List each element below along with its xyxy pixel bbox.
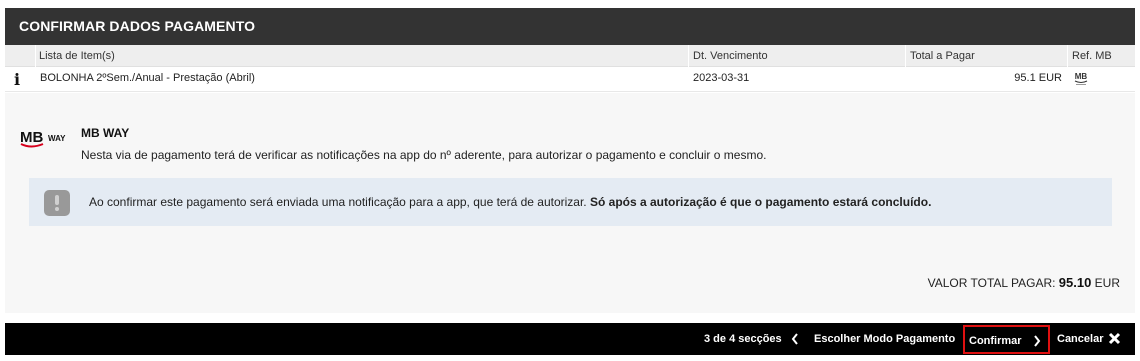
payment-panel: MB WAY MB WAY Nesta via de pagamento ter… xyxy=(5,93,1135,313)
chevron-right-icon xyxy=(1034,335,1041,347)
payment-method-description: Nesta via de pagamento terá de verificar… xyxy=(81,148,767,162)
mb-reference-icon[interactable]: MB xyxy=(1073,71,1089,88)
due-date: 2023-03-31 xyxy=(693,72,750,84)
column-header-ref-mb: Ref. MB xyxy=(1072,50,1112,62)
notice-text-bold: Só após a autorização é que o pagamento … xyxy=(589,195,932,209)
mbway-logo-text: WAY xyxy=(48,134,66,143)
column-divider xyxy=(35,45,36,67)
cancel-button[interactable]: Cancelar xyxy=(1057,333,1103,345)
item-description: BOLONHA 2ºSem./Anual - Prestação (Abril) xyxy=(40,72,255,84)
svg-text:MB: MB xyxy=(1075,72,1088,81)
notice-text: Ao confirmar este pagamento será enviada… xyxy=(89,195,931,209)
total-amount: VALOR TOTAL PAGAR: 95.10 EUR xyxy=(928,275,1120,290)
column-divider xyxy=(1067,45,1068,67)
back-button[interactable]: Escolher Modo Pagamento xyxy=(814,333,955,345)
total-currency: EUR xyxy=(1091,276,1120,290)
section-progress: 3 de 4 secções xyxy=(704,333,782,345)
notice-box: Ao confirmar este pagamento será enviada… xyxy=(29,178,1112,226)
svg-text:MB: MB xyxy=(20,129,43,146)
column-header-total: Total a Pagar xyxy=(910,50,975,62)
page-title: CONFIRMAR DADOS PAGAMENTO xyxy=(19,18,256,34)
items-table: Lista de Item(s) Dt. Vencimento Total a … xyxy=(5,45,1135,92)
confirm-button[interactable]: Confirmar xyxy=(963,325,1050,354)
info-icon[interactable]: i xyxy=(14,70,20,89)
page-header: CONFIRMAR DADOS PAGAMENTO xyxy=(5,8,1135,45)
notice-text-regular: Ao confirmar este pagamento será enviada… xyxy=(89,195,590,209)
exclamation-icon xyxy=(44,190,70,216)
confirm-label: Confirmar xyxy=(969,335,1022,347)
total-label: VALOR TOTAL PAGAR: xyxy=(927,276,1059,290)
table-row: i BOLONHA 2ºSem./Anual - Prestação (Abri… xyxy=(5,67,1135,92)
column-divider xyxy=(688,45,689,67)
payment-method-title: MB WAY xyxy=(81,126,130,140)
mbway-logo: MB WAY xyxy=(20,129,66,148)
total-value: 95.10 xyxy=(1058,275,1092,290)
item-total: 95.1 EUR xyxy=(1014,72,1062,84)
column-divider xyxy=(905,45,906,67)
chevron-left-icon[interactable] xyxy=(791,333,799,345)
column-header-due-date: Dt. Vencimento xyxy=(693,50,768,62)
wizard-footer: 3 de 4 secções Escolher Modo Pagamento C… xyxy=(5,323,1135,355)
table-header: Lista de Item(s) Dt. Vencimento Total a … xyxy=(5,45,1135,67)
column-header-items: Lista de Item(s) xyxy=(39,50,115,62)
close-icon[interactable] xyxy=(1108,332,1121,345)
